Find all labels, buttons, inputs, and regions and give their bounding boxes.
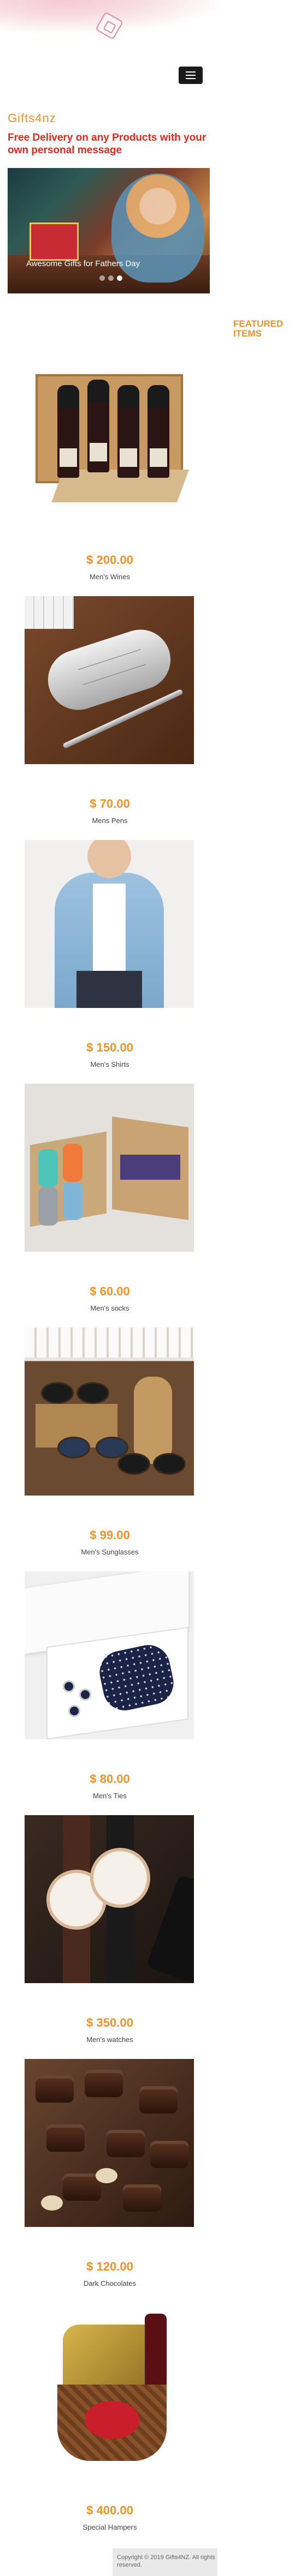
product-price: $ 120.00: [86, 2260, 133, 2273]
product-image[interactable]: [25, 596, 194, 764]
gift-box-image: [30, 223, 79, 261]
product-price: $ 99.00: [90, 1528, 130, 1542]
hero-caption: Awesome Gifts for Fathers Day: [26, 259, 140, 268]
product-name[interactable]: Special Hampers: [25, 2523, 195, 2531]
product-name[interactable]: Men's Sunglasses: [25, 1548, 195, 1556]
carousel-dot[interactable]: [99, 275, 105, 281]
product-image[interactable]: [25, 2303, 194, 2471]
product-price: $ 150.00: [86, 1041, 133, 1054]
brand-name[interactable]: Gifts4nz: [8, 111, 56, 125]
header-banner: [0, 0, 219, 40]
product-card[interactable]: $ 60.00 Men's socks: [25, 1084, 195, 1312]
hero-carousel[interactable]: Awesome Gifts for Fathers Day: [8, 168, 210, 293]
copyright-text: Copyright © 2019 Gifts4NZ. All rights re…: [117, 2554, 215, 2568]
product-image[interactable]: [25, 840, 194, 1008]
product-card[interactable]: $ 70.00 Mens Pens: [25, 596, 195, 825]
product-card[interactable]: $ 400.00 Special Hampers: [25, 2303, 195, 2531]
footer: Copyright © 2019 Gifts4NZ. All rights re…: [113, 2548, 217, 2576]
product-card[interactable]: $ 80.00 Men's Ties: [25, 1571, 195, 1800]
product-price: $ 80.00: [90, 1772, 130, 1786]
section-title: FEATURED ITEMS: [233, 319, 284, 339]
menu-toggle-button[interactable]: [179, 67, 203, 84]
product-card[interactable]: $ 350.00 Men's watches: [25, 1815, 195, 2044]
product-card[interactable]: $ 200.00 Men's Wines: [25, 352, 195, 581]
product-name[interactable]: Men's Ties: [25, 1792, 195, 1800]
product-image[interactable]: [25, 2059, 194, 2227]
product-card[interactable]: $ 120.00 Dark Chocolates: [25, 2059, 195, 2287]
product-name[interactable]: Dark Chocolates: [25, 2279, 195, 2287]
hamburger-icon: [186, 71, 196, 73]
product-card[interactable]: $ 99.00 Men's Sunglasses: [25, 1328, 195, 1556]
product-image[interactable]: [25, 1815, 194, 1983]
product-name[interactable]: Mens Pens: [25, 816, 195, 825]
logo-icon[interactable]: [95, 11, 123, 40]
product-name[interactable]: Men's Shirts: [25, 1060, 195, 1068]
product-name[interactable]: Men's Wines: [25, 573, 195, 581]
carousel-dot[interactable]: [108, 275, 114, 281]
carousel-indicators: [99, 275, 122, 281]
carousel-dot-active[interactable]: [117, 275, 122, 281]
product-price: $ 350.00: [86, 2016, 133, 2029]
tagline: Free Delivery on any Products with your …: [8, 132, 206, 156]
product-image[interactable]: [25, 352, 194, 520]
product-price: $ 200.00: [86, 553, 133, 567]
product-price: $ 60.00: [90, 1284, 130, 1298]
product-image[interactable]: [25, 1084, 194, 1252]
product-image[interactable]: [25, 1328, 194, 1496]
product-card[interactable]: $ 150.00 Men's Shirts: [25, 840, 195, 1068]
product-name[interactable]: Men's watches: [25, 2035, 195, 2044]
product-price: $ 70.00: [90, 797, 130, 810]
product-name[interactable]: Men's socks: [25, 1304, 195, 1312]
product-image[interactable]: [25, 1571, 194, 1739]
product-price: $ 400.00: [86, 2503, 133, 2517]
